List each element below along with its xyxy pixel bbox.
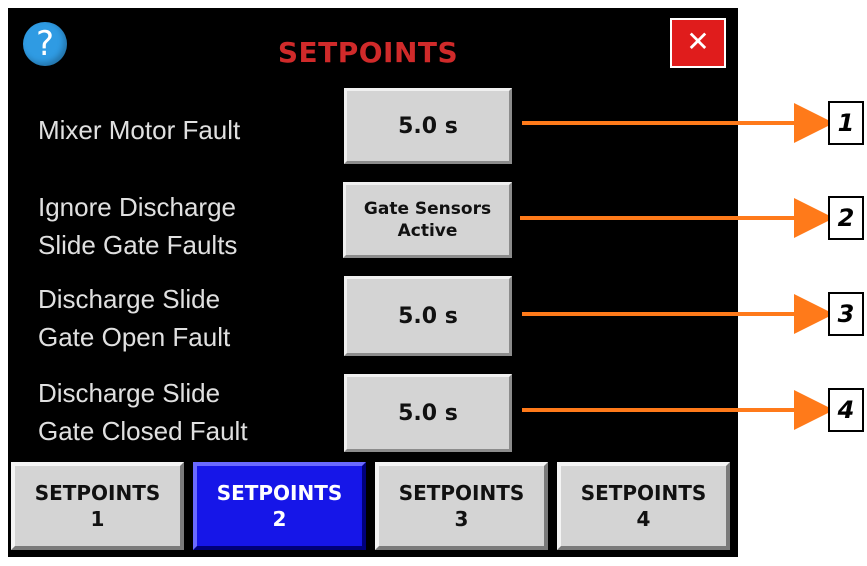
callout-2: 2 xyxy=(828,196,864,240)
callout-1: 1 xyxy=(828,101,864,145)
callout-arrows xyxy=(520,103,834,430)
callout-4: 4 xyxy=(828,388,864,432)
callout-3: 3 xyxy=(828,292,864,336)
